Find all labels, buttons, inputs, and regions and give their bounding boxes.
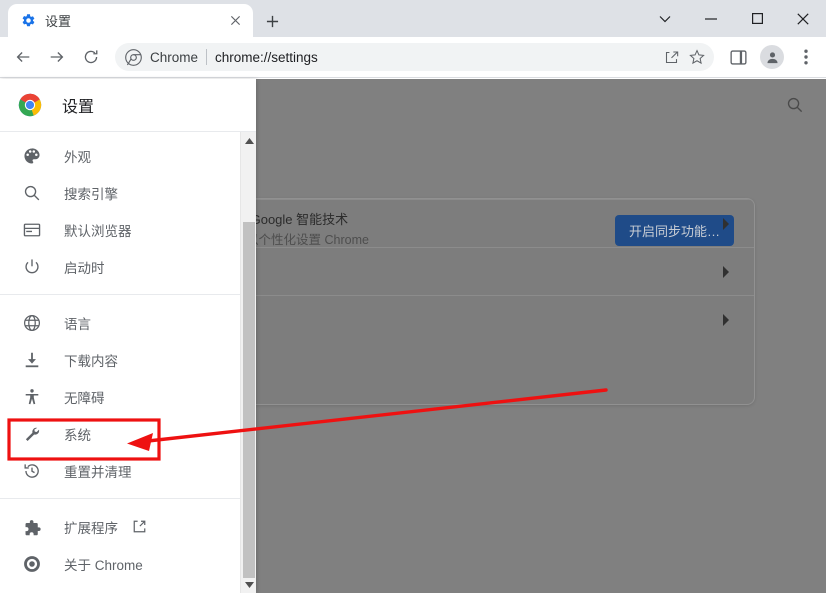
puzzle-icon (22, 517, 42, 537)
sidebar-item-on-startup[interactable]: 启动时 (0, 248, 240, 285)
settings-sidebar: 设置 外观 搜索引擎 默认浏览器 启动时 语言 下载内容 无障碍 系统 重置并清… (0, 79, 256, 593)
browser-toolbar: Chrome chrome://settings (0, 37, 826, 78)
settings-row-3[interactable] (197, 295, 754, 343)
globe-icon (22, 313, 42, 333)
chrome-icon (22, 554, 42, 574)
wrench-icon (22, 424, 42, 444)
sidebar-item-label: 扩展程序 (64, 520, 118, 536)
search-icon (22, 183, 42, 203)
sidebar-item-label: 语言 (64, 316, 91, 332)
sidebar-scrollbar[interactable] (240, 132, 256, 593)
omnibox-actions (658, 44, 710, 70)
search-icon[interactable] (786, 96, 804, 114)
sidebar-item-about-chrome[interactable]: 关于 Chrome (0, 545, 240, 582)
tab-close-icon[interactable] (224, 10, 246, 32)
sidebar-divider (0, 498, 240, 499)
address-bar[interactable]: Chrome chrome://settings (115, 43, 714, 71)
close-button[interactable] (780, 0, 826, 37)
sidebar-item-extensions[interactable]: 扩展程序 (0, 508, 240, 545)
sidebar-item-label: 无障碍 (64, 390, 105, 406)
tab-search-button[interactable] (642, 0, 688, 37)
settings-header: 设置 (0, 79, 256, 132)
settings-row-2[interactable]: 料 (197, 247, 754, 295)
chrome-logo-icon (123, 47, 143, 67)
profile-avatar-icon[interactable] (758, 43, 786, 71)
browser-icon (22, 220, 42, 240)
omnibox-url-text: chrome://settings (215, 49, 318, 65)
tab-title: 设置 (45, 14, 72, 29)
sidebar-item-label: 系统 (64, 427, 91, 443)
sidebar-item-downloads[interactable]: 下载内容 (0, 341, 240, 378)
row-label: 料 (221, 262, 722, 281)
new-tab-button[interactable] (258, 7, 286, 35)
scrollbar-thumb[interactable] (243, 222, 255, 578)
sidebar-item-default-browser[interactable]: 默认浏览器 (0, 211, 240, 248)
accessibility-icon (22, 387, 42, 407)
sidebar-item-label: 启动时 (64, 260, 105, 276)
sidebar-item-label: 外观 (64, 149, 91, 165)
settings-content-card: 开启 Google 智能技术 登录以个性化设置 Chrome 开启同步功能… 料 (196, 198, 755, 405)
sidebar-item-system[interactable]: 系统 (0, 415, 240, 452)
sidebar-item-appearance[interactable]: 外观 (0, 137, 240, 174)
reload-icon[interactable] (77, 43, 105, 71)
settings-row-1[interactable] (197, 199, 754, 247)
chevron-right-icon (722, 265, 730, 278)
sidebar-divider (0, 294, 240, 295)
sidebar-item-label: 下载内容 (64, 353, 118, 369)
settings-gear-icon (20, 13, 36, 29)
sidebar-item-search-engine[interactable]: 搜索引擎 (0, 174, 240, 211)
avatar (760, 45, 784, 69)
minimize-button[interactable] (688, 0, 734, 37)
browser-tab-settings[interactable]: 设置 (8, 4, 253, 37)
side-panel-icon[interactable] (724, 43, 752, 71)
three-dot-menu-icon[interactable] (792, 43, 820, 71)
maximize-button[interactable] (734, 0, 780, 37)
sidebar-item-languages[interactable]: 语言 (0, 304, 240, 341)
download-icon (22, 350, 42, 370)
forward-arrow-icon[interactable] (43, 43, 71, 71)
star-icon[interactable] (684, 44, 710, 70)
power-icon (22, 257, 42, 277)
sidebar-item-label: 重置并清理 (64, 464, 132, 480)
sidebar-item-label: 默认浏览器 (64, 223, 132, 239)
chrome-logo-icon (18, 93, 42, 117)
sidebar-item-label: 关于 Chrome (64, 557, 143, 573)
omnibox-scheme-label: Chrome (150, 49, 199, 65)
restore-icon (22, 461, 42, 481)
chevron-right-icon (722, 217, 730, 230)
browser-window: 设置 Chrome chrome://settings 开启 Google 智能… (0, 0, 826, 593)
sidebar-item-reset-and-cleanup[interactable]: 重置并清理 (0, 452, 240, 489)
scroll-up-arrow[interactable] (241, 132, 257, 149)
window-controls (642, 0, 826, 37)
external-link-icon (132, 519, 147, 534)
sidebar-list: 外观 搜索引擎 默认浏览器 启动时 语言 下载内容 无障碍 系统 重置并清理 扩… (0, 132, 240, 593)
sidebar-item-accessibility[interactable]: 无障碍 (0, 378, 240, 415)
chevron-right-icon (722, 313, 730, 326)
omnibox-divider (206, 49, 208, 65)
page-title: 设置 (62, 99, 95, 116)
back-arrow-icon[interactable] (9, 43, 37, 71)
scroll-down-arrow[interactable] (241, 576, 257, 593)
tab-strip: 设置 (0, 0, 826, 37)
palette-icon (22, 146, 42, 166)
sidebar-item-label: 搜索引擎 (64, 186, 118, 202)
share-icon[interactable] (658, 44, 684, 70)
